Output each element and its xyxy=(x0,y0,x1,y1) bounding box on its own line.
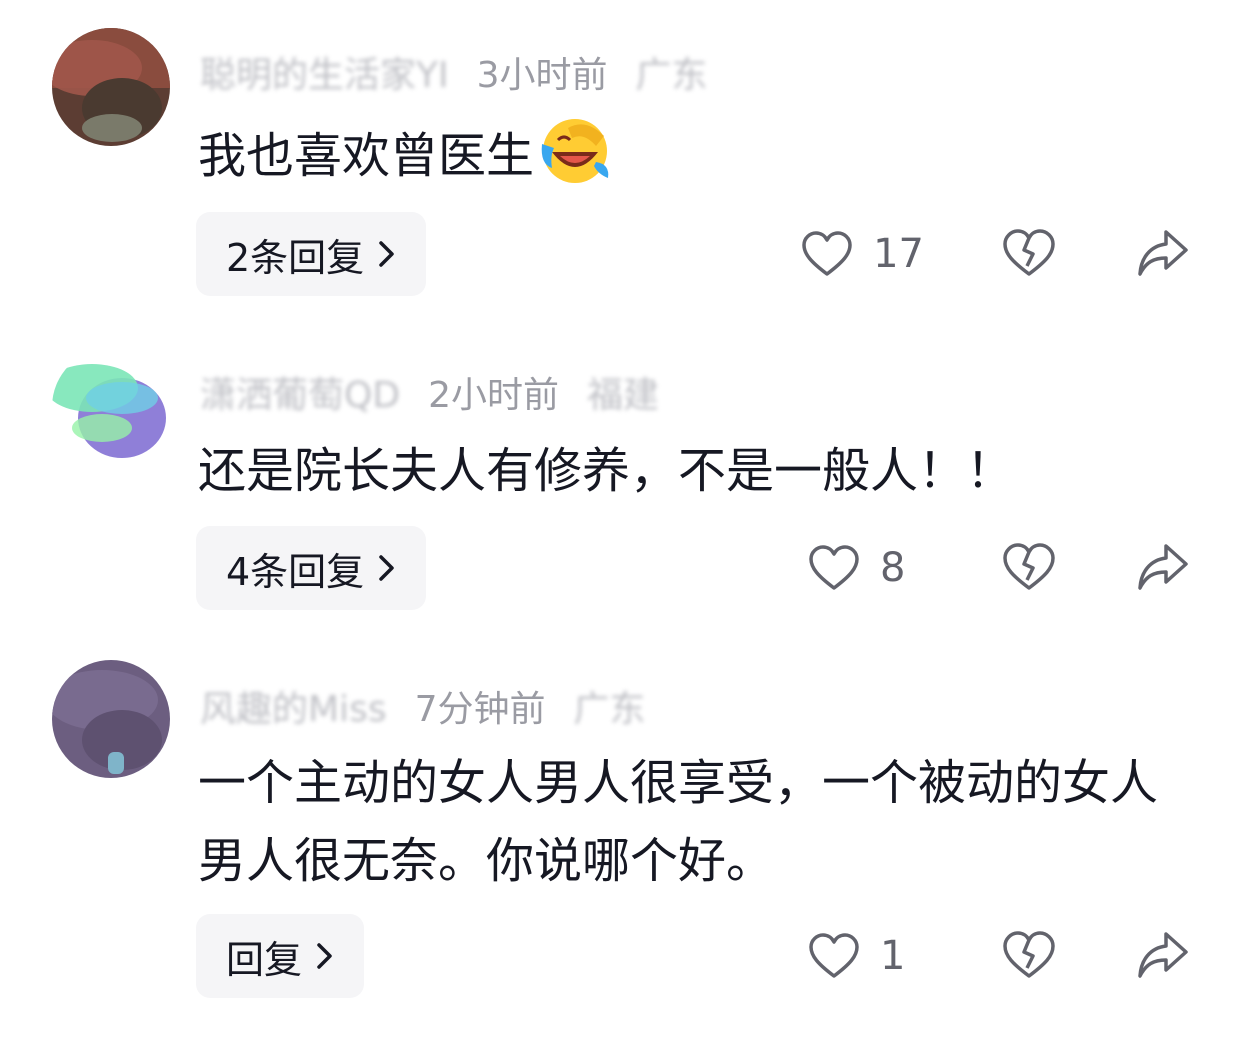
comment-time: 7分钟前 xyxy=(414,689,546,730)
like-button[interactable]: 1 xyxy=(808,930,924,982)
comment-time: 2小时前 xyxy=(428,375,559,416)
share-arrow-icon[interactable] xyxy=(1136,542,1190,592)
like-count: 17 xyxy=(873,231,924,277)
comment-time: 3小时前 xyxy=(476,55,608,96)
comment-meta: 聪明的生活家YI 3小时前 广东 xyxy=(200,56,736,96)
share-arrow-icon[interactable] xyxy=(1136,228,1190,278)
comment-text: 我也喜欢曾医生 xyxy=(198,112,1178,195)
like-count: 1 xyxy=(880,933,906,979)
broken-heart-icon[interactable] xyxy=(1002,930,1056,980)
username[interactable]: 风趣的Miss xyxy=(200,689,387,730)
username[interactable]: 聪明的生活家YI xyxy=(200,55,449,96)
comment-meta: 风趣的Miss 7分钟前 广东 xyxy=(200,690,674,730)
laughing-crying-emoji-icon xyxy=(541,119,609,183)
share-arrow-icon[interactable] xyxy=(1136,930,1190,980)
username[interactable]: 潇洒葡萄QD xyxy=(200,375,400,416)
like-count: 8 xyxy=(880,545,906,591)
like-button[interactable]: 8 xyxy=(808,542,924,594)
comment-text-content: 我也喜欢曾医生 xyxy=(198,128,535,184)
comment-actions: 8 xyxy=(0,526,1260,610)
avatar[interactable] xyxy=(52,660,170,778)
avatar[interactable] xyxy=(52,348,170,466)
comment-location: 福建 xyxy=(586,375,659,416)
comment-text: 还是院长夫人有修养，不是一般人！！ xyxy=(198,443,1015,499)
heart-outline-icon xyxy=(809,933,859,978)
comment-text: 一个主动的女人男人很享受，一个被动的女人男人很无奈。你说哪个好。 xyxy=(198,755,1159,889)
avatar[interactable] xyxy=(52,28,170,146)
broken-heart-icon[interactable] xyxy=(1002,542,1056,592)
comment-location: 广东 xyxy=(573,689,646,730)
heart-outline-icon xyxy=(802,231,852,276)
comment-meta: 潇洒葡萄QD 2小时前 福建 xyxy=(200,376,687,416)
comment-location: 广东 xyxy=(635,55,708,96)
broken-heart-icon[interactable] xyxy=(1002,228,1056,278)
comment-actions: 1 xyxy=(0,914,1260,998)
like-button[interactable]: 17 xyxy=(801,228,924,280)
heart-outline-icon xyxy=(809,545,859,590)
comment-actions: 17 xyxy=(0,212,1260,296)
